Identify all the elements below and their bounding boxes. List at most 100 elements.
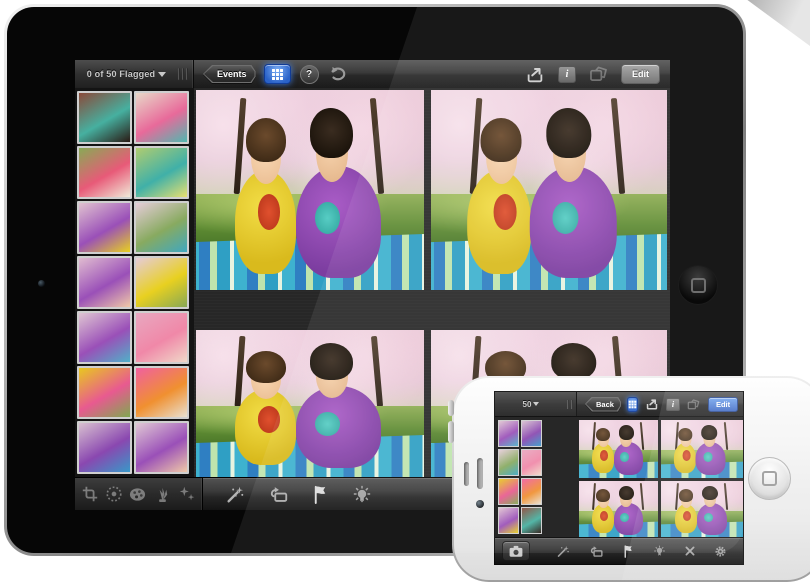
edit-button[interactable]: Edit: [621, 64, 660, 84]
photo-couple-blossoms: [196, 330, 424, 477]
photo-cell-2[interactable]: [431, 90, 667, 290]
photo-cell-1[interactable]: [196, 90, 424, 290]
settings-button[interactable]: [714, 545, 727, 558]
thumbnail-grid-button[interactable]: [626, 396, 638, 412]
photo-thumbnail[interactable]: [498, 420, 519, 447]
help-button[interactable]: ?: [299, 64, 319, 84]
flag-button[interactable]: [622, 544, 635, 558]
help-icon: ?: [305, 68, 313, 80]
flag-button[interactable]: [311, 484, 330, 504]
photo-thumbnail[interactable]: [77, 311, 132, 364]
iphone-thumbnail-strip[interactable]: [498, 420, 542, 534]
copy-compare-icon: [590, 545, 603, 557]
delete-x-icon: [685, 546, 695, 556]
thumbnail-grid-icon: [271, 68, 283, 80]
photo-couple-blossoms: [661, 481, 743, 538]
photo-cell-2[interactable]: [661, 420, 743, 478]
photo-cell-4[interactable]: [661, 481, 743, 538]
photo-thumbnail[interactable]: [134, 146, 189, 199]
photo-counter-section[interactable]: 50: [495, 392, 577, 416]
photo-thumbnail[interactable]: [77, 91, 132, 144]
photo-cell-1[interactable]: [579, 420, 658, 478]
crop-button[interactable]: [81, 485, 99, 503]
photo-couple-blossoms: [661, 420, 743, 478]
copy-compare-button[interactable]: [588, 545, 604, 558]
home-button[interactable]: [678, 265, 718, 305]
back-button-label: Back: [586, 398, 620, 411]
photo-thumbnail[interactable]: [134, 311, 189, 364]
home-button-icon: [762, 471, 777, 486]
info-button[interactable]: i: [665, 397, 680, 411]
photo-thumbnail[interactable]: [77, 201, 132, 254]
auto-enhance-icon: [557, 545, 569, 557]
flag-counter-label: 0 of 50 Flagged: [86, 69, 156, 79]
info-button[interactable]: i: [558, 65, 576, 83]
panel-grip-handle[interactable]: [178, 68, 188, 80]
photo-thumbnail[interactable]: [77, 256, 132, 309]
photo-thumbnail[interactable]: [134, 421, 189, 474]
auto-enhance-button[interactable]: [556, 544, 570, 558]
tag-badge-icon: [654, 545, 665, 556]
effects-button[interactable]: [178, 485, 196, 503]
photo-thumbnail[interactable]: [521, 507, 542, 534]
edit-button[interactable]: Edit: [707, 396, 739, 412]
iphone-screen: 50 Back i Edit: [494, 391, 744, 565]
compare-button[interactable]: [589, 66, 608, 82]
brushes-button[interactable]: [153, 485, 172, 503]
photo-thumbnail[interactable]: [521, 420, 542, 447]
share-button[interactable]: [525, 66, 545, 83]
edit-tools-group: [75, 478, 203, 510]
color-button[interactable]: [128, 485, 147, 503]
tag-badge-button[interactable]: [653, 544, 666, 558]
front-camera: [476, 500, 484, 508]
photo-cell-3[interactable]: [579, 481, 658, 538]
photo-thumbnail[interactable]: [498, 507, 519, 534]
photo-thumbnail[interactable]: [498, 449, 519, 476]
photo-thumbnail[interactable]: [77, 421, 132, 474]
camera-button[interactable]: [502, 541, 530, 561]
stage: { "colors": { "grid_button_blue": "#3f7d…: [0, 0, 810, 582]
photo-counter-dropdown[interactable]: 50: [495, 400, 567, 409]
camera-icon: [509, 545, 523, 557]
photo-thumbnail[interactable]: [134, 91, 189, 144]
compare-button[interactable]: [687, 398, 700, 410]
iphone-bottom-toolbar: [495, 537, 743, 564]
events-back-button[interactable]: Events: [203, 65, 256, 83]
delete-button[interactable]: [684, 545, 696, 557]
photo-thumbnail[interactable]: [498, 478, 519, 505]
exposure-button[interactable]: [105, 485, 123, 503]
iphone-device: 50 Back i Edit: [448, 376, 810, 582]
photo-thumbnail[interactable]: [134, 366, 189, 419]
undo-button[interactable]: [328, 66, 346, 82]
earpiece-slot: [464, 462, 469, 486]
photo-thumbnail[interactable]: [521, 449, 542, 476]
compare-icon: [590, 66, 607, 81]
effects-sparkles-icon: [179, 486, 195, 501]
iphone-bezel: 50 Back i Edit: [454, 378, 810, 580]
share-button[interactable]: [645, 398, 659, 410]
flag-counter-dropdown[interactable]: 0 of 50 Flagged: [75, 69, 178, 79]
photo-thumbnail[interactable]: [77, 146, 132, 199]
copy-compare-button[interactable]: [267, 485, 289, 504]
earpiece-speaker: [477, 458, 483, 489]
flag-counter-section[interactable]: 0 of 50 Flagged: [75, 60, 194, 88]
share-icon: [646, 399, 658, 410]
photo-thumbnail[interactable]: [134, 256, 189, 309]
ipad-thumbnail-sidebar[interactable]: [75, 88, 196, 478]
tag-badge-button[interactable]: [352, 484, 372, 504]
photo-couple-blossoms: [196, 90, 424, 290]
events-back-label: Events: [204, 66, 255, 82]
thumbnail-grid-button[interactable]: [263, 64, 291, 84]
photo-cell-3[interactable]: [196, 330, 424, 477]
panel-grip-handle[interactable]: [567, 399, 573, 409]
photo-counter-label: 50: [522, 399, 532, 409]
exposure-icon: [106, 486, 122, 502]
auto-enhance-button[interactable]: [225, 484, 245, 504]
photo-couple-blossoms: [431, 90, 667, 290]
home-button[interactable]: [748, 457, 791, 500]
photo-thumbnail[interactable]: [77, 366, 132, 419]
photo-thumbnail[interactable]: [134, 201, 189, 254]
chevron-down-icon: [533, 402, 540, 407]
photo-thumbnail[interactable]: [521, 478, 542, 505]
back-button[interactable]: Back: [585, 397, 621, 412]
